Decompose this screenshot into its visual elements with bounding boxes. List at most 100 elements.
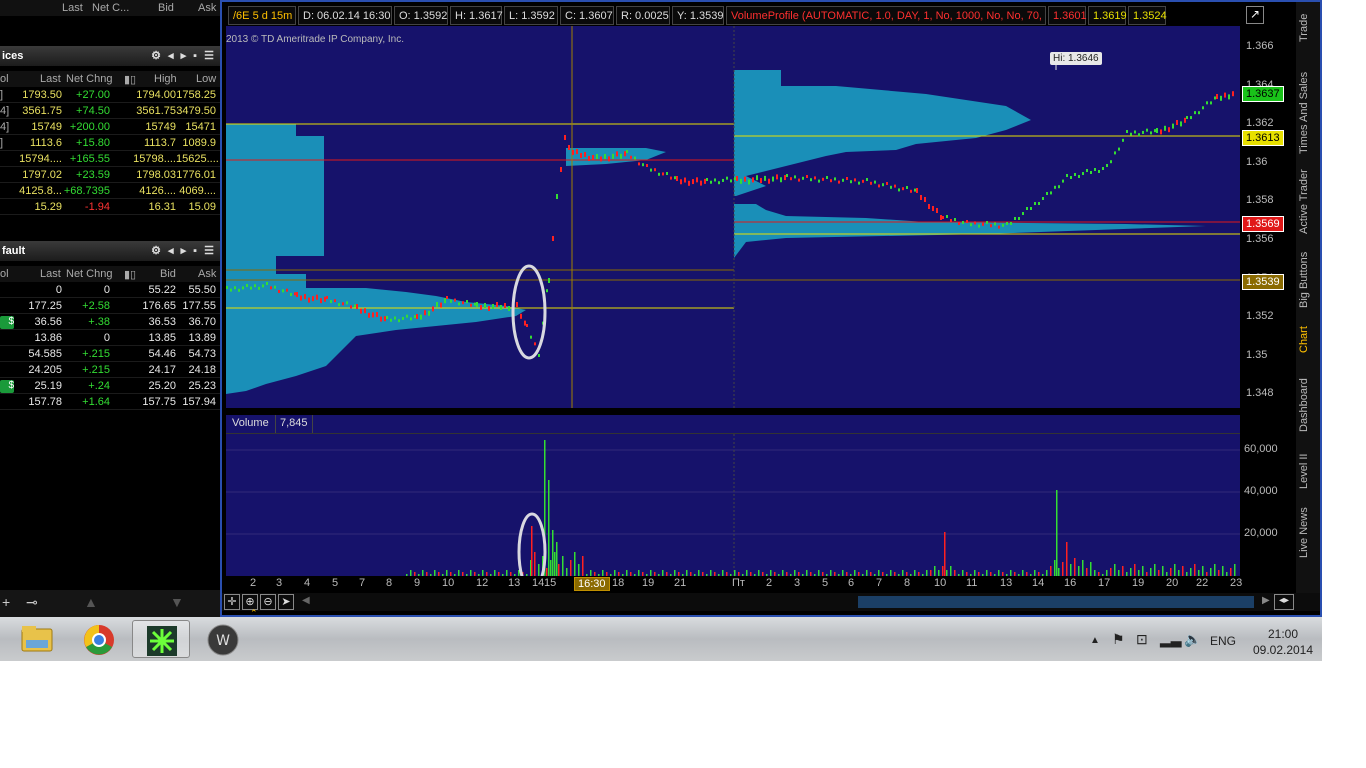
volume-plot[interactable] [226,434,1240,576]
table-row[interactable]: 4] 3561.75 +74.50 3561.75 3479.50 [0,103,220,119]
table-row[interactable]: 157.78 +1.64 157.75 157.94 [0,394,220,410]
table-row[interactable]: $25.19 +.24 25.20 25.23 [0,378,220,394]
study-volume-profile[interactable]: VolumeProfile (AUTOMATIC, 1.0, DAY, 1, N… [726,6,1046,25]
tab-times-and-sales[interactable]: Times And Sales [1298,68,1318,158]
dollar-icon[interactable]: $ [0,380,14,393]
table-row[interactable]: 0 0 55.22 55.50 [0,282,220,298]
table-row[interactable]: 4] 15749 +200.00 15749 15471 [0,119,220,135]
tab-level-ii[interactable]: Level II [1298,448,1318,494]
candle [1022,212,1024,215]
clock-time[interactable]: 21:00 [1258,627,1308,641]
candle [806,175,808,178]
indices-section-header[interactable]: ices ⚙ ◂ ▸ ▪ ☰ [0,46,220,66]
table-row[interactable]: 13.86 0 13.85 13.89 [0,330,220,346]
table-row[interactable]: 1797.02 +23.59 1798.03 1776.01 [0,167,220,183]
col-last[interactable]: Last [40,268,61,280]
thinkorswim-button[interactable] [132,620,190,658]
tab-trade[interactable]: Trade [1298,8,1318,48]
section-controls[interactable]: ⚙ ◂ ▸ ▪ ☰ [151,49,216,62]
tab-active-trader[interactable]: Active Trader [1298,164,1318,240]
candle [560,167,562,172]
col-net-change[interactable]: Net Chng [66,268,112,280]
time-tick: 23 [1230,577,1243,589]
scroll-left-icon[interactable]: ◀ [302,595,310,606]
table-row[interactable]: $36.56 +.38 36.53 36.70 [0,314,220,330]
volume-axis[interactable]: 60,000 40,000 20,000 [1240,434,1290,576]
col-high[interactable]: High [154,73,177,85]
col-low[interactable]: Low [196,73,216,85]
col-symbol[interactable]: ol [0,73,9,85]
candle [278,290,280,293]
explorer-button[interactable] [8,620,66,658]
world-of-tanks-button[interactable]: W [194,620,252,658]
price-axis[interactable]: 1.3661.3641.3621.361.3581.3561.3541.3521… [1240,26,1290,408]
col-symbol[interactable]: ol [0,268,9,280]
table-row[interactable]: 15.29 -1.94 16.31 15.09 [0,199,220,215]
pin-icon[interactable]: ⊸ [26,594,38,611]
bid-cell: 36.53 [148,316,176,328]
tray-expand-icon[interactable]: ▲ [1090,635,1100,646]
volume-label[interactable]: Volume [226,415,276,433]
scroll-right-icon[interactable]: ▶ [1262,595,1270,606]
table-row[interactable]: ] 1793.50 +27.00 1794.00 1758.25 [0,87,220,103]
candle [794,175,796,179]
clock-date[interactable]: 09.02.2014 [1246,643,1320,657]
col-ask[interactable]: Ask [198,2,216,14]
section-controls[interactable]: ⚙ ◂ ▸ ▪ ☰ [151,244,216,257]
expand-icon[interactable]: ◂▸ [1274,594,1294,610]
candle [760,178,762,184]
chart-style-icon[interactable]: ↗ [1246,6,1264,24]
candle [722,178,724,182]
default-section-header[interactable]: fault ⚙ ◂ ▸ ▪ ☰ [0,241,220,261]
high-cell: 15749 [145,121,176,133]
tab-dashboard[interactable]: Dashboard [1298,374,1318,436]
volume-icon[interactable]: 🔈 [1184,631,1201,648]
bid-cell: 13.85 [148,332,176,344]
table-row[interactable]: 54.585 +.215 54.46 54.73 [0,346,220,362]
volume-bar [1190,568,1192,576]
zoom-out-icon[interactable]: ⊖ [260,594,276,610]
chrome-button[interactable] [70,620,128,658]
price-plot[interactable]: 2013 © TD Ameritrade IP Company, Inc. Hi… [226,26,1240,408]
pointer-tool-icon[interactable]: ➤ [278,594,294,610]
candle [1202,106,1204,110]
col-ask[interactable]: Ask [198,268,216,280]
symbol-selector[interactable]: /6E 5 d 15m [228,6,296,25]
dollar-icon[interactable]: $ [0,316,14,329]
signal-icon[interactable]: ▂▃ [1160,631,1182,648]
table-row[interactable]: 177.25 +2.58 176.65 177.55 [0,298,220,314]
col-last[interactable]: Last [62,2,83,14]
col-bid[interactable]: Bid [158,2,174,14]
crosshair-tool-icon[interactable]: ✛ [224,594,240,610]
scroll-thumb[interactable] [858,596,1254,608]
candle [700,180,702,186]
tab-chart[interactable]: Chart [1298,318,1318,362]
arrow-up-icon[interactable]: ▲ [84,594,98,610]
candle [364,308,366,314]
col-net-change[interactable]: Net Chng [66,73,112,85]
candle [1172,123,1174,129]
col-net-change[interactable]: Net C... [92,2,129,14]
col-last[interactable]: Last [40,73,61,85]
study-value-3: 1.3524 [1128,6,1167,25]
table-row[interactable]: 24.205 +.215 24.17 24.18 [0,362,220,378]
candle [906,186,908,189]
candle [1214,96,1216,100]
tab-live-news[interactable]: Live News [1298,502,1318,564]
col-bid[interactable]: Bid [160,268,176,280]
network-icon[interactable]: ⊡ [1136,631,1148,648]
candle [458,302,460,306]
language-indicator[interactable]: ENG [1210,634,1236,648]
bid-cell: 25.20 [148,380,176,392]
arrow-down-icon[interactable]: ▼ [170,594,184,610]
table-row[interactable]: 15794.... +165.55 15798.... 15625.... [0,151,220,167]
time-tick: 2 [250,577,257,589]
candle [1042,197,1044,200]
flag-icon[interactable]: ⚑ [1112,631,1125,648]
table-row[interactable]: ] 1113.6 +15.80 1113.7 1089.9 [0,135,220,151]
plus-icon[interactable]: + [2,594,10,610]
table-row[interactable]: 4125.8... +68.7395 4126.... 4069.... [0,183,220,199]
bars-icon: ▮▯ [124,269,137,281]
tab-big-buttons[interactable]: Big Buttons [1298,248,1318,312]
time-axis[interactable]: 2 3 4 5 7 8 9 10 12 13 14 15 16:30 18 19 21 Пт 2 3 5 6 7 8 10 11… [226,576,1243,592]
